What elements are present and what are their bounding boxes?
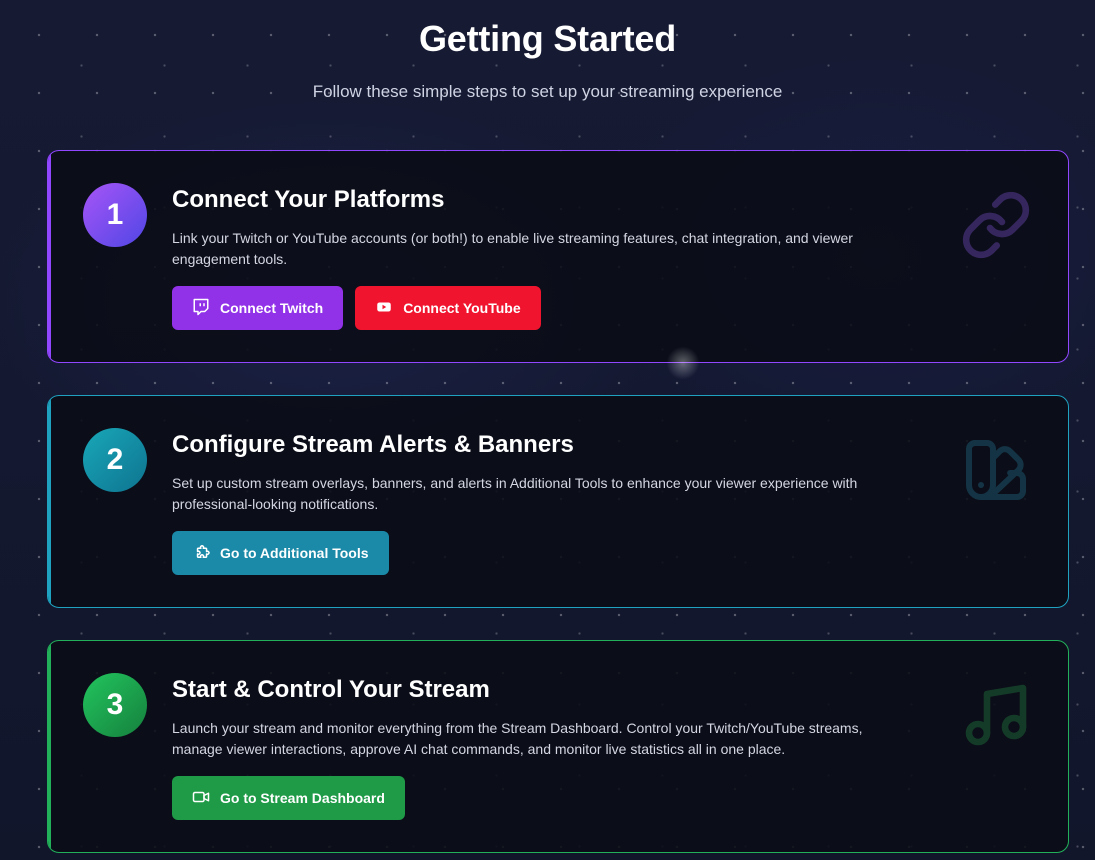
connect-youtube-label: Connect YouTube [403, 300, 521, 316]
connect-twitch-button[interactable]: Connect Twitch [172, 286, 344, 330]
video-icon [192, 788, 210, 809]
page-subtitle: Follow these simple steps to set up your… [312, 82, 783, 101]
page-title: Getting Started [418, 18, 677, 59]
puzzle-icon [192, 543, 210, 564]
step-description: Link your Twitch or YouTube accounts (or… [172, 230, 853, 267]
step-number-badge: 1 [83, 183, 147, 247]
twitch-icon [192, 298, 210, 319]
step-title: Configure Stream Alerts & Banners [172, 431, 574, 458]
decorative-sparkle [665, 345, 701, 381]
step-description: Launch your stream and monitor everythin… [172, 720, 863, 757]
step-actions: Go to Additional Tools [172, 531, 389, 575]
step-title: Connect Your Platforms [172, 186, 445, 213]
step-actions: Connect Twitch Connect YouTube [172, 286, 541, 330]
step-card-start-stream: 3 Start & Control Your Stream Launch you… [47, 640, 1069, 853]
page-header: Getting Started Follow these simple step… [0, 0, 1095, 103]
connect-youtube-button[interactable]: Connect YouTube [355, 286, 541, 330]
go-to-additional-tools-button[interactable]: Go to Additional Tools [172, 531, 389, 575]
step-card-configure-alerts: 2 Configure Stream Alerts & Banners Set … [47, 395, 1069, 608]
swatch-book-icon [960, 434, 1032, 506]
step-number-badge: 2 [83, 428, 147, 492]
link-icon [960, 189, 1032, 261]
go-to-stream-dashboard-button[interactable]: Go to Stream Dashboard [172, 776, 405, 820]
connect-twitch-label: Connect Twitch [220, 300, 324, 316]
youtube-icon [375, 298, 393, 319]
go-to-additional-tools-label: Go to Additional Tools [220, 545, 369, 561]
step-description: Set up custom stream overlays, banners, … [172, 475, 858, 512]
step-number-badge: 3 [83, 673, 147, 737]
music-icon [960, 679, 1032, 751]
step-title: Start & Control Your Stream [172, 676, 490, 703]
go-to-stream-dashboard-label: Go to Stream Dashboard [220, 790, 385, 806]
step-card-connect-platforms: 1 Connect Your Platforms Link your Twitc… [47, 150, 1069, 363]
step-actions: Go to Stream Dashboard [172, 776, 405, 820]
